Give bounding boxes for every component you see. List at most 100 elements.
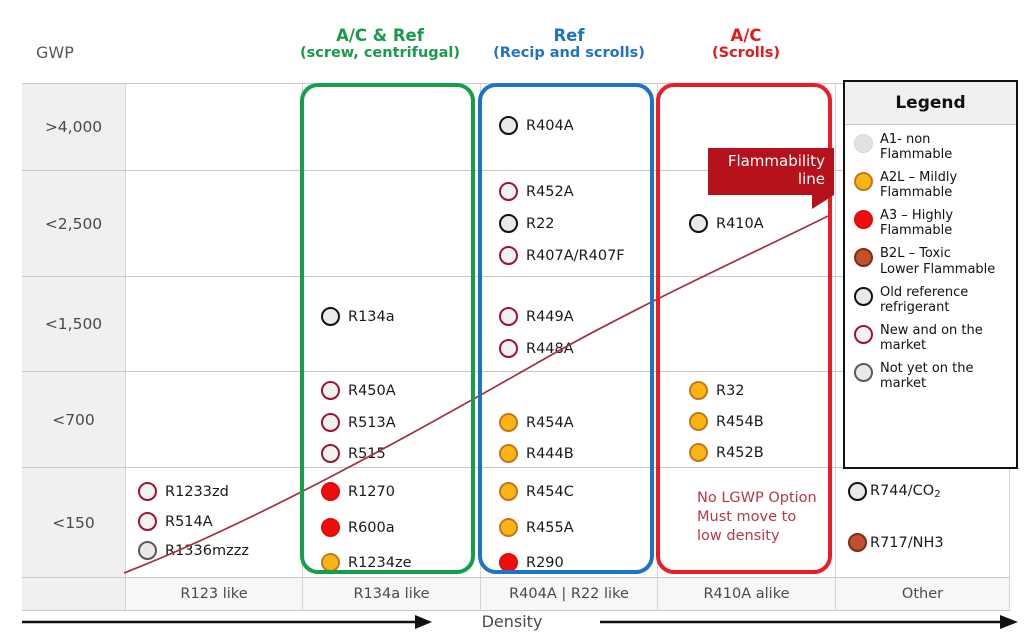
- legend-title: Legend: [845, 82, 1016, 125]
- legend-label: Old reference refrigerant: [880, 284, 969, 315]
- cell-r410alike: R32 R454B R452B: [657, 372, 835, 467]
- a2l-mildly-flammable-circle-icon: [321, 553, 340, 572]
- a2l-mildly-flammable-circle-icon: [499, 444, 518, 463]
- refrigerant-item[interactable]: R515: [321, 444, 386, 463]
- refrigerant-item[interactable]: R407A/R407F: [499, 246, 625, 265]
- gwp-value: <2,500: [44, 214, 103, 233]
- cell-r123like: [125, 171, 302, 276]
- refrigerant-item[interactable]: R513A: [321, 413, 396, 432]
- a3-highly-flammable-circle-icon: [321, 518, 340, 537]
- gwp-value: <1,500: [44, 315, 103, 333]
- gwp-axis-label: GWP: [36, 43, 74, 62]
- a1-new-market-circle-icon: [321, 413, 340, 432]
- cell-r134alike: [302, 171, 480, 276]
- header-line2: (Recip and scrolls): [493, 45, 645, 62]
- gwp-value: <700: [52, 410, 95, 429]
- cell-r404a-r22like: R454C R455A R290: [480, 468, 657, 577]
- cell-r134alike: [302, 84, 480, 170]
- refrigerant-item[interactable]: R514A: [138, 512, 213, 531]
- refrigerant-item[interactable]: R410A: [689, 214, 764, 233]
- refrigerant-item[interactable]: R448A: [499, 339, 574, 358]
- a2l-mildly-flammable-circle-icon: [499, 482, 518, 501]
- refrigerant-label: R450A: [348, 382, 396, 399]
- refrigerant-item[interactable]: R134a: [321, 307, 395, 326]
- legend-item-new-on-market: New and on the market: [854, 323, 1016, 353]
- refrigerant-label: R452B: [716, 444, 764, 461]
- column-footer-row: R123 like R134a like R404A | R22 like R4…: [22, 578, 1010, 611]
- refrigerant-label: R1336mzzz: [165, 542, 249, 559]
- refrigerant-label: R514A: [165, 513, 213, 530]
- refrigerant-label: R1270: [348, 483, 395, 500]
- refrigerant-item[interactable]: R455A: [499, 518, 574, 537]
- refrigerant-item[interactable]: R32: [689, 381, 745, 400]
- legend-label: B2L – Toxic Lower Flammable: [880, 246, 996, 277]
- refrigerant-item[interactable]: R1233zd: [138, 482, 229, 501]
- a3-highly-flammable-circle-icon: [321, 482, 340, 501]
- a2l-mildly-flammable-circle-icon: [499, 413, 518, 432]
- callout-line1: Flammability: [727, 152, 825, 170]
- gwp-value: <150: [52, 513, 95, 532]
- b2l-toxic-lower-flammable-circle-icon: [848, 533, 867, 552]
- header-line1: Ref: [553, 26, 585, 45]
- a1-old-reference-circle-icon: [499, 214, 518, 233]
- density-axis-label: Density: [481, 612, 543, 631]
- legend-label: New and on the market: [880, 322, 983, 353]
- refrigerant-item[interactable]: R1336mzzz: [138, 541, 249, 560]
- refrigerant-item[interactable]: R454A: [499, 413, 574, 432]
- callout-line2: line: [797, 169, 825, 188]
- legend-label: Not yet on the market: [880, 360, 974, 392]
- refrigerant-item[interactable]: R290: [499, 553, 564, 572]
- legend-label: A2L – Mildly Flammable: [880, 170, 958, 201]
- a1-not-yet-market-circle-icon: [854, 362, 873, 382]
- refrigerant-item[interactable]: R450A: [321, 381, 396, 400]
- a2l-mildly-flammable-circle-icon: [689, 381, 708, 400]
- footer-cell-r404a-r22like: R404A | R22 like: [480, 578, 657, 611]
- refrigerant-item[interactable]: R1234ze: [321, 553, 412, 572]
- a1-non-flammable-circle-icon: [854, 134, 873, 153]
- a3-highly-flammable-circle-icon: [499, 553, 518, 572]
- refrigerant-item[interactable]: R449A: [499, 307, 574, 326]
- cell-r134alike: R1270 R600a R1234ze: [302, 468, 480, 577]
- refrigerant-item[interactable]: R444B: [499, 444, 574, 463]
- cell-r410alike: [657, 277, 835, 371]
- footer-cell-r123like: R123 like: [125, 578, 302, 611]
- column-group-header-ref: Ref (Recip and scrolls): [480, 26, 658, 62]
- refrigerant-label: R407A/R407F: [526, 247, 625, 264]
- legend-item-old-reference: Old reference refrigerant: [854, 285, 1016, 315]
- legend-item-b2l: B2L – Toxic Lower Flammable: [854, 246, 1016, 277]
- refrigerant-label: R600a: [348, 519, 395, 536]
- refrigerant-label: R22: [526, 215, 555, 232]
- refrigerant-label: R744/CO2: [870, 483, 941, 500]
- note-line2: Must move to: [697, 509, 797, 526]
- refrigerant-item[interactable]: R600a: [321, 518, 395, 537]
- flammability-line-callout: Flammability line: [708, 148, 834, 195]
- refrigerant-item[interactable]: R404A: [499, 116, 574, 135]
- gwp-value: >4,000: [44, 118, 103, 136]
- refrigerant-item[interactable]: R22: [499, 214, 555, 233]
- column-group-header-ac: A/C (Scrolls): [656, 26, 836, 62]
- a1-old-reference-circle-icon: [499, 116, 518, 135]
- refrigerant-item[interactable]: R1270: [321, 482, 395, 501]
- a1-new-market-circle-icon: [321, 444, 340, 463]
- refrigerant-item[interactable]: R452B: [689, 443, 764, 462]
- a1-old-reference-circle-icon: [321, 307, 340, 326]
- refrigerant-item[interactable]: R454B: [689, 412, 764, 431]
- refrigerant-item[interactable]: R717/NH3: [848, 533, 944, 552]
- row-header-cell: <150: [22, 468, 125, 577]
- refrigerant-item[interactable]: R452A: [499, 182, 574, 201]
- row-header-cell: <700: [22, 372, 125, 467]
- a2l-mildly-flammable-circle-icon: [689, 412, 708, 431]
- cell-other: R744/CO2 R717/NH3: [835, 468, 1010, 577]
- refrigerant-item[interactable]: R744/CO2: [848, 482, 941, 501]
- a2l-mildly-flammable-circle-icon: [499, 518, 518, 537]
- refrigerant-label: R444B: [526, 445, 574, 462]
- legend-item-a1: A1- non Flammable: [854, 132, 1016, 162]
- b2l-toxic-lower-flammable-circle-icon: [854, 248, 873, 268]
- footer-cell-r134alike: R134a like: [302, 578, 480, 611]
- refrigerant-label: R410A: [716, 215, 764, 232]
- refrigerant-label: R449A: [526, 308, 574, 325]
- legend-panel: Legend A1- non Flammable A2L – Mildly Flam…: [843, 80, 1018, 469]
- refrigerant-label: R452A: [526, 183, 574, 200]
- refrigerant-item[interactable]: R454C: [499, 482, 574, 501]
- header-line2: (screw, centrifugal): [299, 45, 461, 62]
